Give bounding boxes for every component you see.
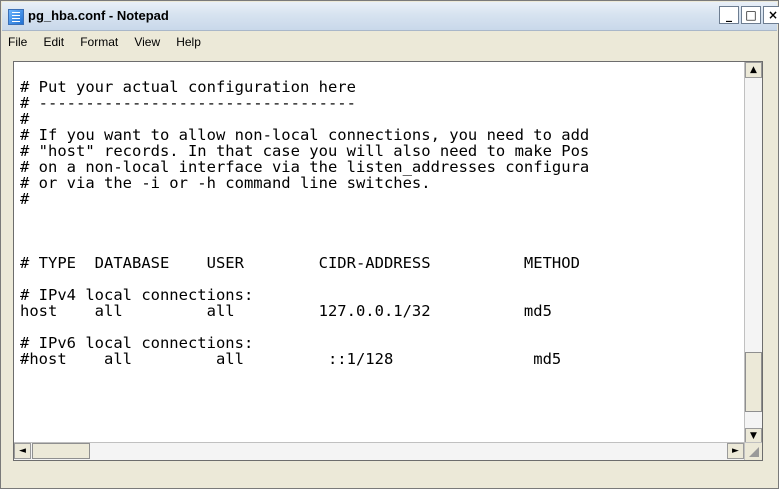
menu-bar: File Edit Format View Help: [2, 31, 777, 51]
menu-help[interactable]: Help: [170, 32, 206, 49]
notepad-window: pg_hba.conf - Notepad _ □ × File Edit Fo…: [0, 0, 779, 489]
close-button[interactable]: ×: [763, 6, 779, 24]
maximize-button[interactable]: □: [741, 6, 761, 24]
scroll-up-button[interactable]: ▲: [745, 62, 762, 78]
vertical-scrollbar[interactable]: ▲ ▼: [744, 62, 762, 444]
title-bar[interactable]: pg_hba.conf - Notepad _ □ ×: [2, 2, 779, 31]
resize-grip[interactable]: [744, 442, 762, 460]
horizontal-scrollbar[interactable]: ◄ ►: [14, 442, 762, 460]
window-controls: _ □ ×: [719, 6, 779, 24]
vertical-scroll-thumb[interactable]: [745, 352, 762, 412]
menu-format[interactable]: Format: [74, 32, 123, 49]
menu-file[interactable]: File: [2, 32, 32, 49]
text-editor[interactable]: # Put your actual configuration here # -…: [13, 61, 763, 461]
window-title: pg_hba.conf - Notepad: [28, 8, 169, 23]
scroll-left-button[interactable]: ◄: [14, 443, 31, 459]
notepad-icon[interactable]: [8, 9, 24, 25]
menu-view[interactable]: View: [128, 32, 165, 49]
menu-edit[interactable]: Edit: [37, 32, 69, 49]
minimize-button[interactable]: _: [719, 6, 739, 24]
editor-text[interactable]: # Put your actual configuration here # -…: [20, 79, 589, 367]
scroll-right-button[interactable]: ►: [727, 443, 744, 459]
horizontal-scroll-thumb[interactable]: [32, 443, 90, 459]
